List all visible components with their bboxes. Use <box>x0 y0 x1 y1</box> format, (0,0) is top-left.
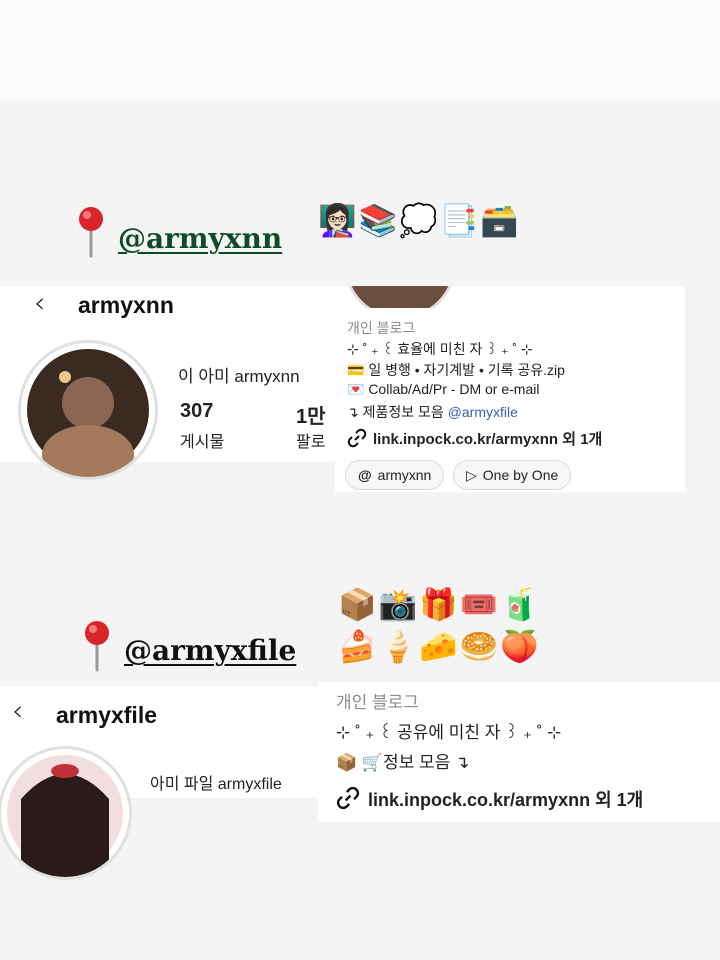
followers-count[interactable]: 1만 <box>296 400 326 429</box>
pushpin-icon <box>79 207 103 258</box>
posts-count[interactable]: 307 <box>180 400 213 423</box>
followers-label: 팔로 <box>296 434 326 451</box>
bio-line-info-2: 📦 🛒정보 모음 ↴ <box>336 753 470 772</box>
emoji-decoration-row-2: 🍰🍦🧀🥯🍑 <box>338 629 541 665</box>
bio-category: 개인 블로그 <box>347 320 416 336</box>
profile-display-name: 이 아미 armyxnn <box>178 367 300 386</box>
account-handle-title-2: @armyxfile <box>124 634 297 667</box>
bio-category-2: 개인 블로그 <box>336 693 419 712</box>
bio-line-work: 💳 일 병행 • 자기계발 • 기록 공유.zip <box>347 362 565 378</box>
profile-username-2: armyxfile <box>56 702 158 728</box>
avatar-photo <box>27 349 149 477</box>
bio-card-2: 개인 블로그 ⊹ ˚ ₊ ꒰ 공유에 미친 자 ꒱ ₊ ˚ ⊹ 📦 🛒정보 모음… <box>318 682 720 822</box>
profile-header-card-2: ‹ armyxfile 아미 파일 armyxfile <box>0 686 318 880</box>
back-arrow-icon-2[interactable]: ‹ <box>12 694 23 727</box>
bio-line-products: ↴ 제품정보 모음 @armyxfile <box>347 402 518 422</box>
music-pill[interactable]: ▷ One by One <box>453 460 572 490</box>
play-icon: ▷ <box>466 466 477 483</box>
link-icon-2 <box>336 786 360 810</box>
back-arrow-icon[interactable]: ‹ <box>34 286 45 319</box>
bio-card: 개인 블로그 ⊹ ˚ ₊ ꒰ 효율에 미친 자 ꒱ ₊ ˚ ⊹ 💳 일 병행 •… <box>335 286 685 492</box>
bio-line-tagline-2: ⊹ ˚ ₊ ꒰ 공유에 미친 자 ꒱ ₊ ˚ ⊹ <box>336 723 562 742</box>
account-handle-title: @armyxnn <box>118 222 283 255</box>
music-pill-label: One by One <box>482 467 559 483</box>
bio-external-link[interactable]: link.inpock.co.kr/armyxnn 외 1개 <box>373 428 602 449</box>
emoji-decoration-row: 👩🏻‍🏫📚💭📑🗃️ <box>318 203 521 239</box>
emoji-decoration-row-1: 📦📸🎁🎟️🧃 <box>338 587 541 623</box>
posts-label: 게시물 <box>180 434 225 451</box>
threads-pill-label: armyxnn <box>377 467 432 483</box>
threads-pill[interactable]: @ armyxnn <box>345 460 445 490</box>
avatar-edge <box>348 286 452 308</box>
bio-line-tagline: ⊹ ˚ ₊ ꒰ 효율에 미친 자 ꒱ ₊ ˚ ⊹ <box>347 341 533 357</box>
link-icon <box>347 428 367 448</box>
bio-external-link-2[interactable]: link.inpock.co.kr/armyxnn 외 1개 <box>368 786 720 812</box>
profile-display-name-2: 아미 파일 armyxfile <box>150 776 282 793</box>
threads-icon: @ <box>358 467 372 483</box>
pushpin-icon-2 <box>85 621 109 672</box>
bio-line-contact: 💌 Collab/Ad/Pr - DM or e-mail <box>347 381 540 397</box>
profile-header-card: ‹ armyxnn 이 아미 armyxnn 307 게시물 1만 팔로 <box>0 286 335 480</box>
profile-username: armyxnn <box>78 292 174 318</box>
avatar[interactable] <box>18 340 158 480</box>
avatar-2[interactable] <box>0 746 132 880</box>
avatar-photo-2 <box>7 755 123 877</box>
mention-link[interactable]: @armyxfile <box>448 404 518 420</box>
top-blank-area <box>0 0 720 100</box>
bio-products-text: ↴ 제품정보 모음 <box>347 404 448 420</box>
